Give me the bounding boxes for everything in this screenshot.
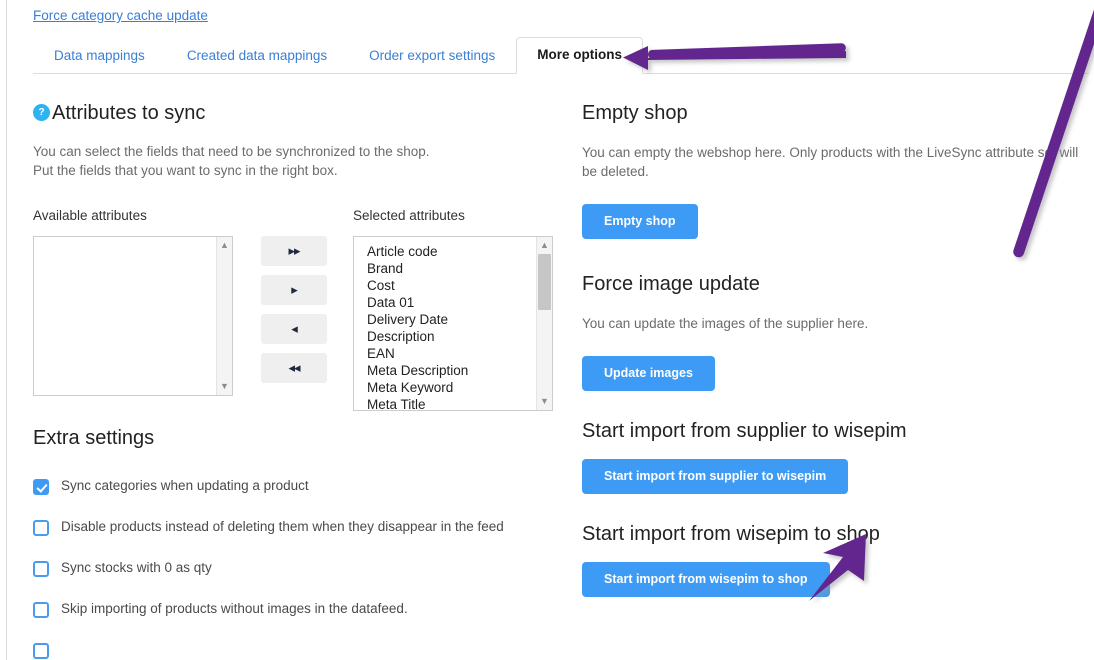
start-import-from-wisepim-to-shop-button[interactable]: Start import from wisepim to shop (582, 562, 830, 597)
attributes-description: You can select the fields that need to b… (33, 142, 553, 180)
extra-setting-row[interactable]: Skip importing of products without image… (33, 601, 553, 618)
import-shop-heading: Start import from wisepim to shop (582, 523, 880, 545)
extra-setting-label: Sync categories when updating a product (61, 478, 309, 493)
start-import-from-supplier-to-wisepim-button[interactable]: Start import from supplier to wisepim (582, 459, 849, 494)
checkbox-5[interactable] (33, 643, 49, 659)
scroll-up-icon[interactable]: ▲ (537, 240, 552, 251)
move-all-left-button[interactable]: ◂◂ (261, 353, 327, 383)
available-attributes-listbox[interactable]: ▲ ▼ (33, 236, 233, 396)
selected-attribute-item[interactable]: Cost (367, 277, 536, 294)
extra-settings-checkbox-list: Sync categories when updating a product D… (33, 478, 553, 659)
scroll-down-icon[interactable]: ▼ (217, 381, 232, 392)
attributes-description-line1: You can select the fields that need to b… (33, 144, 430, 159)
extra-settings-heading: Extra settings (33, 427, 155, 449)
extra-setting-row[interactable]: Sync stocks with 0 as qty (33, 560, 553, 577)
extra-setting-label: Sync stocks with 0 as qty (61, 560, 212, 575)
force-image-update-description: You can update the images of the supplie… (582, 316, 869, 331)
extra-setting-row[interactable]: Disable products instead of deleting the… (33, 519, 553, 536)
import-supplier-heading: Start import from supplier to wisepim (582, 420, 907, 442)
scroll-up-icon[interactable]: ▲ (217, 240, 232, 251)
force-image-update-block: Force image update You can update the im… (582, 271, 1082, 391)
selected-attribute-item[interactable]: Data 01 (367, 294, 536, 311)
selected-attribute-item[interactable]: EAN (367, 345, 536, 362)
selected-attribute-item[interactable]: Meta Keyword (367, 379, 536, 396)
extra-setting-row[interactable] (33, 643, 553, 659)
empty-shop-description: You can empty the webshop here. Only pro… (582, 145, 1079, 179)
force-image-update-heading: Force image update (582, 273, 760, 295)
selected-attribute-item[interactable]: Delivery Date (367, 311, 536, 328)
available-attributes-label: Available attributes (33, 208, 147, 223)
checkbox-1[interactable] (33, 479, 49, 495)
selected-attribute-item[interactable]: Meta Description (367, 362, 536, 379)
operations-column: Empty shop You can empty the webshop her… (582, 100, 1082, 603)
selected-attributes-scrollbar[interactable]: ▲ ▼ (536, 237, 552, 410)
attributes-to-sync-heading: ? Attributes to sync (33, 100, 553, 126)
tab-data-mappings[interactable]: Data mappings (33, 38, 166, 74)
scrollbar-thumb[interactable] (538, 254, 551, 310)
move-all-right-button[interactable]: ▸▸ (261, 236, 327, 266)
selected-attributes-items[interactable]: Article code Brand Cost Data 01 Delivery Dat… (354, 237, 536, 410)
transfer-button-group: ▸▸ ▸ ◂ ◂◂ (261, 236, 327, 392)
import-supplier-block: Start import from supplier to wisepim St… (582, 418, 1082, 494)
selected-attribute-item[interactable]: Brand (367, 260, 536, 277)
empty-shop-block: Empty shop You can empty the webshop her… (582, 100, 1082, 239)
selected-attribute-item[interactable]: Description (367, 328, 536, 345)
scroll-down-icon[interactable]: ▼ (537, 396, 552, 407)
checkbox-2[interactable] (33, 520, 49, 536)
tab-bar: Data mappings Created data mappings Orde… (33, 37, 1089, 74)
available-attributes-scrollbar[interactable]: ▲ ▼ (216, 237, 232, 395)
update-images-button[interactable]: Update images (582, 356, 715, 391)
attributes-description-line2: Put the fields that you want to sync in … (33, 163, 338, 178)
tab-created-data-mappings[interactable]: Created data mappings (166, 38, 348, 74)
page-left-border (6, 0, 7, 660)
available-attributes-items[interactable] (34, 237, 216, 395)
question-mark-icon[interactable]: ? (33, 104, 50, 121)
extra-settings-section: Extra settings Sync categories when upda… (33, 425, 553, 659)
selected-attributes-listbox[interactable]: Article code Brand Cost Data 01 Delivery Dat… (353, 236, 553, 411)
move-left-button[interactable]: ◂ (261, 314, 327, 344)
tab-more-options[interactable]: More options (516, 37, 643, 74)
selected-attribute-item[interactable]: Meta Title (367, 396, 536, 410)
selected-attributes-label: Selected attributes (353, 208, 465, 223)
empty-shop-heading: Empty shop (582, 102, 688, 124)
extra-setting-row[interactable]: Sync categories when updating a product (33, 478, 553, 495)
dual-list-selector: Available attributes Selected attributes… (33, 208, 553, 411)
checkbox-3[interactable] (33, 561, 49, 577)
extra-setting-label: Skip importing of products without image… (61, 601, 408, 616)
force-category-cache-update-link[interactable]: Force category cache update (33, 8, 208, 23)
empty-shop-button[interactable]: Empty shop (582, 204, 698, 239)
top-link-row: Force category cache update (33, 7, 208, 25)
checkbox-4[interactable] (33, 602, 49, 618)
move-right-button[interactable]: ▸ (261, 275, 327, 305)
attributes-to-sync-title: Attributes to sync (52, 102, 206, 124)
attributes-column: ? Attributes to sync You can select the f… (33, 100, 553, 659)
selected-attribute-item[interactable]: Article code (367, 243, 536, 260)
extra-setting-label: Disable products instead of deleting the… (61, 519, 504, 534)
tab-order-export-settings[interactable]: Order export settings (348, 38, 516, 74)
import-shop-block: Start import from wisepim to shop Start … (582, 521, 1082, 597)
